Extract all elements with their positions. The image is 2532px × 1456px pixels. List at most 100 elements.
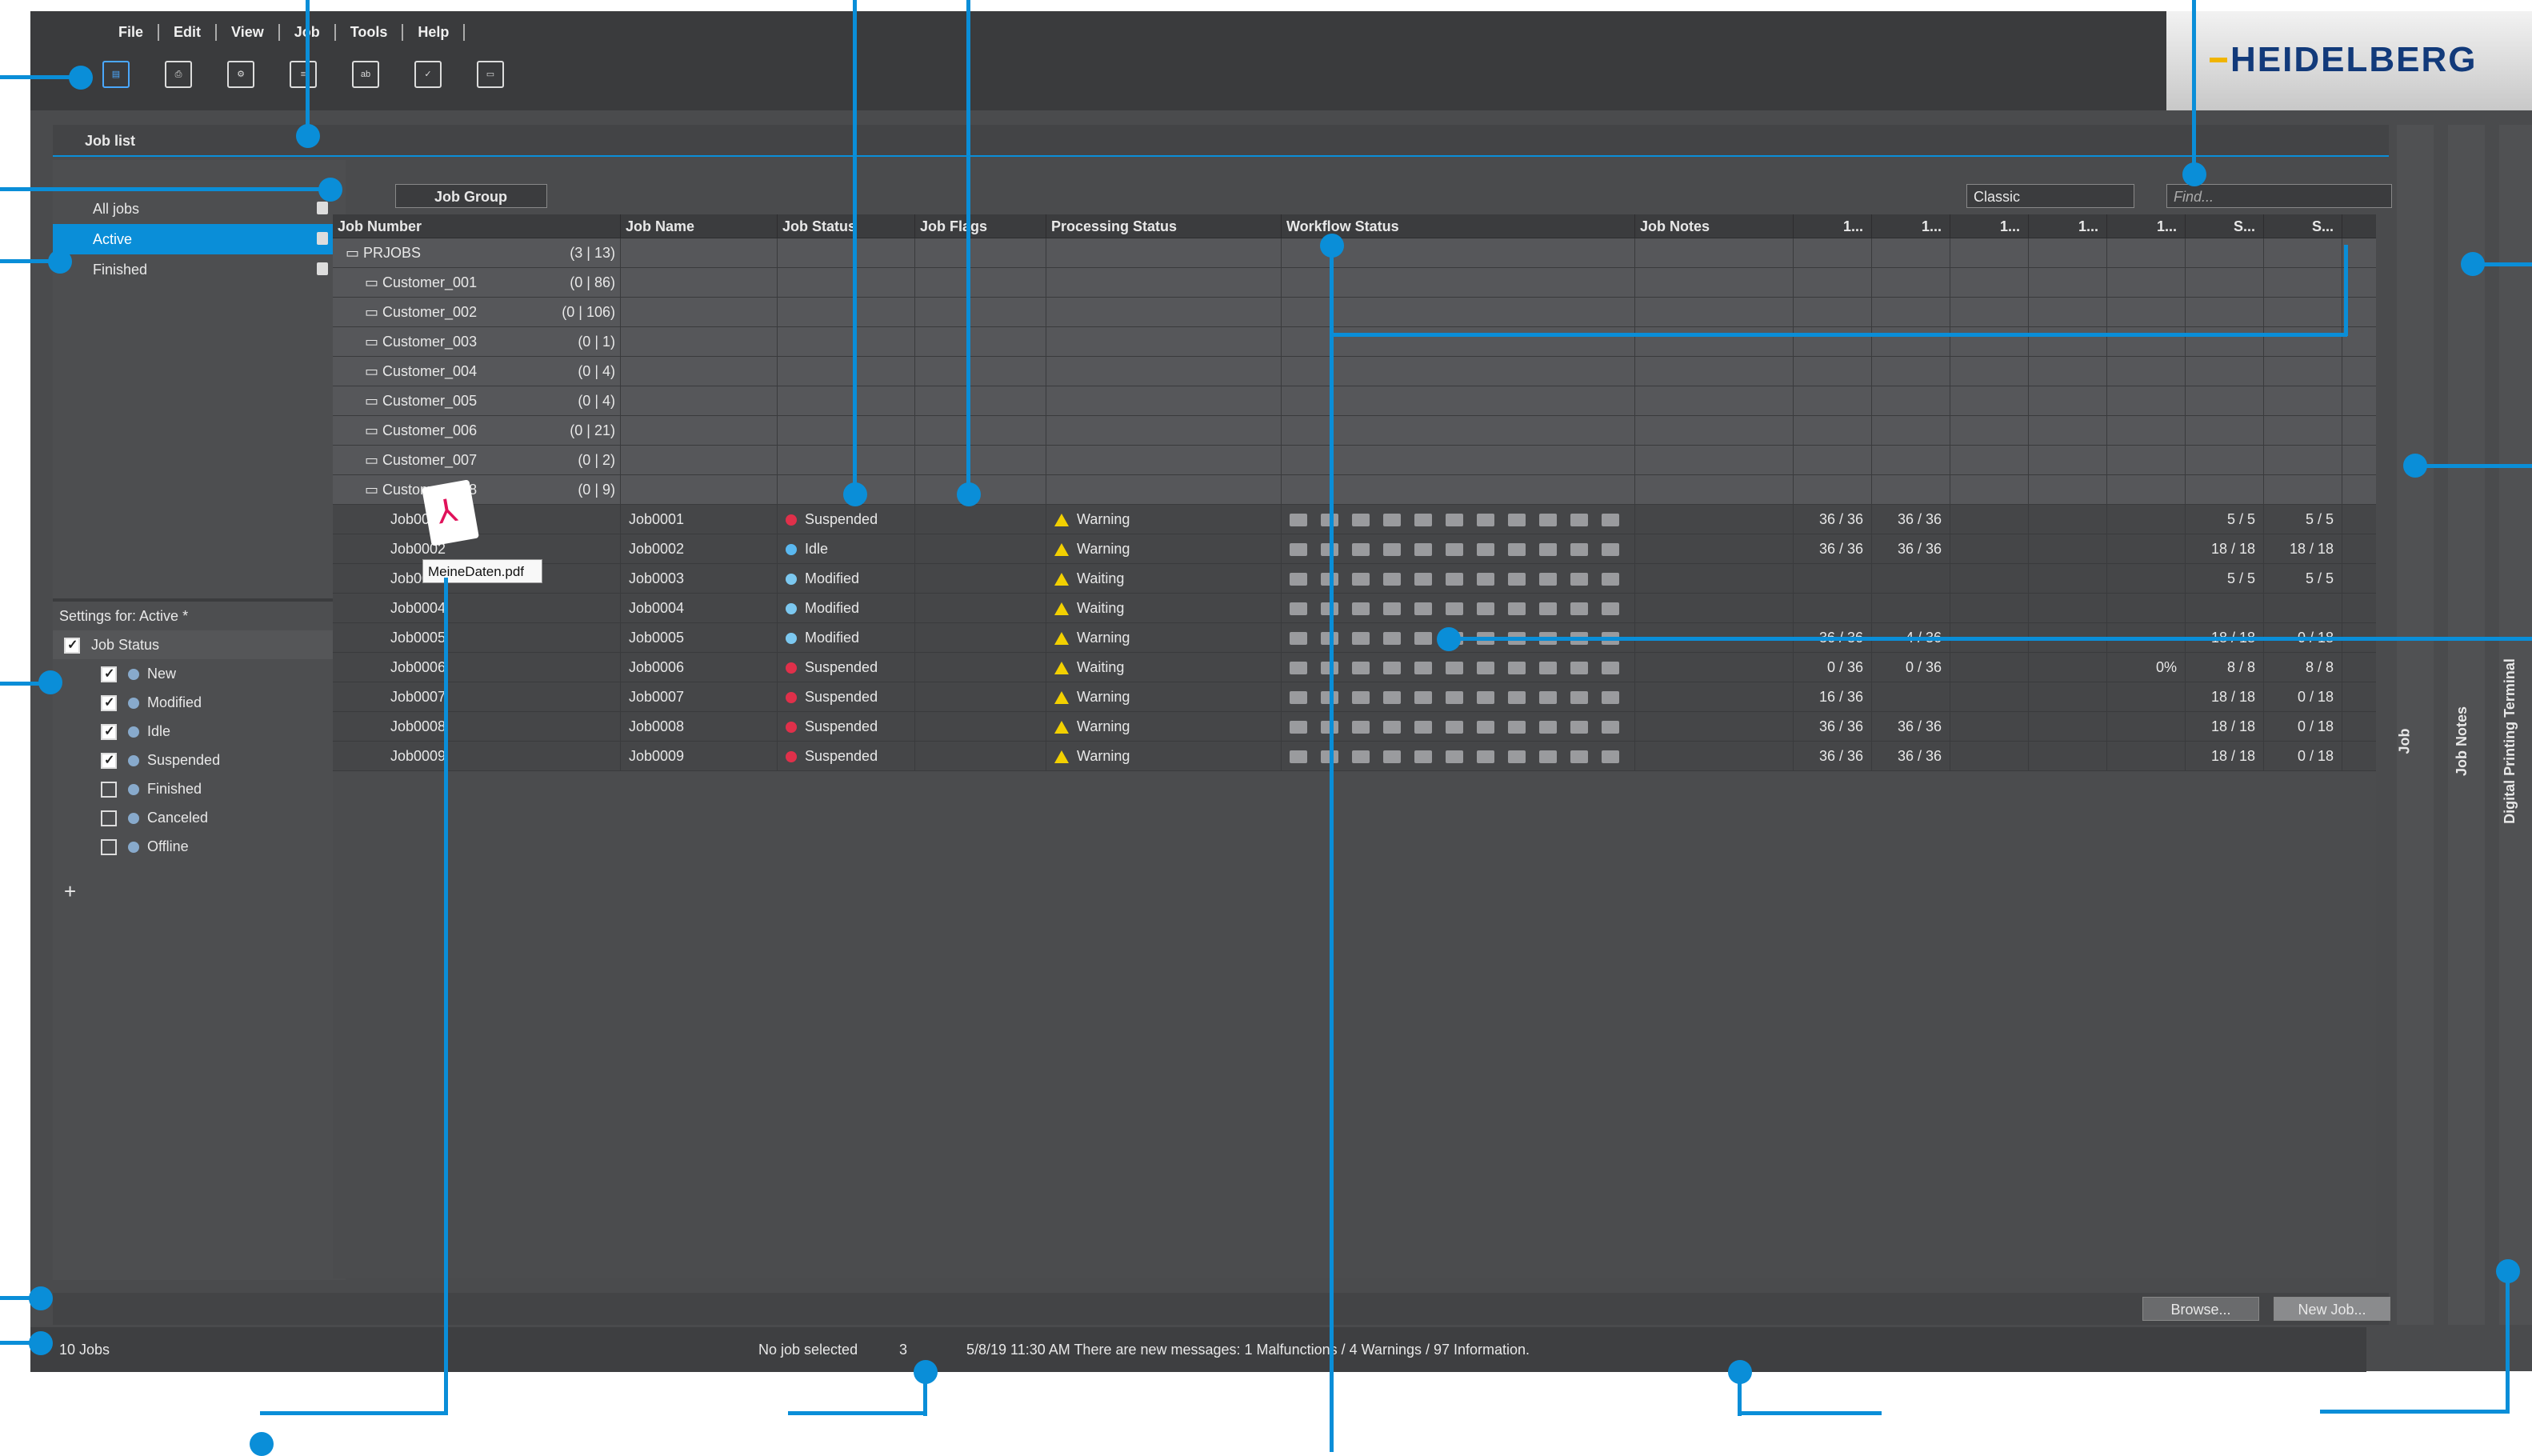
column-header[interactable]: Job Notes	[1635, 214, 1794, 238]
pdf-file-icon	[422, 479, 479, 546]
column-header[interactable]: 1...	[2107, 214, 2186, 238]
table-cell	[2107, 564, 2186, 593]
table-cell	[2029, 505, 2107, 534]
column-header[interactable]: 1...	[1794, 214, 1872, 238]
filter-checkbox[interactable]	[101, 839, 117, 856]
group-row[interactable]: ▭ Customer_008(0 | 9)	[333, 475, 2376, 505]
browse-button[interactable]: Browse...	[2142, 1297, 2259, 1321]
group-row[interactable]: ▭ Customer_002 (0 | 106)	[333, 298, 2376, 327]
view-select[interactable]: Classic	[1966, 184, 2134, 208]
filter-checkbox[interactable]	[101, 718, 117, 746]
job-row[interactable]: Job0008 Job0008 Suspended Warning 36 / 36 36 …	[333, 712, 2376, 742]
group-row[interactable]: ▭ Customer_006 (0 | 21)	[333, 416, 2376, 446]
workflow-step-icon	[1602, 602, 1619, 616]
job-row[interactable]: Job0002 Job0002 Idle Warning 36 / 36 36 / 36 1…	[333, 534, 2376, 564]
side-tab-job-notes[interactable]: Job Notes	[2448, 125, 2485, 1325]
filter-checkbox[interactable]	[101, 746, 117, 775]
job-list-icon[interactable]: ▤	[102, 61, 130, 88]
column-header[interactable]: S...	[2186, 214, 2264, 238]
job-status-checkbox[interactable]	[64, 631, 80, 660]
filter-checkbox[interactable]	[101, 782, 117, 798]
workflow-step-icon	[1414, 662, 1432, 675]
filter-checkbox[interactable]	[101, 689, 117, 718]
column-header[interactable]: 1...	[1872, 214, 1950, 238]
menu-view[interactable]: View	[217, 24, 280, 41]
folder-icon: ▭	[365, 422, 383, 438]
workflow-step-icon	[1352, 543, 1370, 557]
column-header[interactable]: Processing Status	[1046, 214, 1282, 238]
nav-finished[interactable]: Finished	[53, 254, 346, 285]
processing-status: Waiting	[1046, 564, 1282, 593]
job-group-select[interactable]: Job Group	[395, 184, 547, 208]
workflow-step-icon	[1539, 543, 1557, 557]
job-status-section[interactable]: Job Status	[53, 630, 346, 660]
status-filter-3[interactable]: Suspended	[53, 746, 346, 775]
table-cell	[1794, 238, 1872, 267]
menu-file[interactable]: File	[104, 24, 160, 41]
table-cell	[2107, 682, 2186, 711]
table-cell	[915, 268, 1046, 297]
group-row[interactable]: ▭ PRJOBS (3 | 13)	[333, 238, 2376, 268]
check-doc-icon[interactable]: ✓	[414, 61, 442, 88]
table-cell	[621, 327, 778, 356]
group-row[interactable]: ▭ Customer_004 (0 | 4)	[333, 357, 2376, 386]
group-row[interactable]: ▭ Customer_001 (0 | 86)	[333, 268, 2376, 298]
menu-tools[interactable]: Tools	[336, 24, 404, 41]
doc-icon[interactable]: ▭	[477, 61, 504, 88]
filter-checkbox[interactable]	[101, 810, 117, 827]
table-cell	[915, 416, 1046, 445]
new-job-button[interactable]: New Job...	[2274, 1297, 2390, 1321]
table-cell	[2107, 416, 2186, 445]
job-row[interactable]: Job0007 Job0007 Suspended Warning 16 / 36 18 …	[333, 682, 2376, 712]
workflow-status	[1282, 712, 1635, 741]
print-icon[interactable]: ⎙	[165, 61, 192, 88]
callout-line	[788, 1411, 927, 1415]
column-header[interactable]: Job Name	[621, 214, 778, 238]
status-filter-4[interactable]: Finished	[53, 774, 346, 803]
column-header[interactable]: Job Number	[333, 214, 621, 238]
job-row[interactable]: Job0004 Job0004 Modified Waiting	[333, 594, 2376, 623]
job-row[interactable]: Job0003 Job0003 Modified Waiting 5 / 55 / 5	[333, 564, 2376, 594]
group-row[interactable]: ▭ Customer_003 (0 | 1)	[333, 327, 2376, 357]
status-bar: 10 Jobs No job selected 3 5/8/19 11:30 A…	[30, 1327, 2366, 1372]
job-notes	[1635, 564, 1794, 593]
table-cell	[621, 357, 778, 386]
job-row[interactable]: Job0001 Job0001 Suspended Warning 36 / 36 36 …	[333, 505, 2376, 534]
callout-line	[1738, 1411, 1882, 1415]
job-row[interactable]: Job0006 Job0006 Suspended Waiting 0 / 36 0 / …	[333, 653, 2376, 682]
workflow-step-icon	[1352, 691, 1370, 705]
table-cell	[915, 327, 1046, 356]
search-input[interactable]: Find...	[2166, 184, 2392, 208]
nav-active[interactable]: Active	[53, 224, 346, 254]
menu-edit[interactable]: Edit	[159, 24, 218, 41]
status-filter-5[interactable]: Canceled	[53, 803, 346, 832]
side-tab-digital-printing-terminal[interactable]: Digital Printing Terminal	[2499, 125, 2532, 1325]
add-filter-button[interactable]: +	[53, 877, 346, 906]
column-header[interactable]: 1...	[2029, 214, 2107, 238]
settings-icon[interactable]: ⚙	[227, 61, 254, 88]
status-filter-6[interactable]: Offline	[53, 832, 346, 861]
group-row[interactable]: ▭ Customer_005 (0 | 4)	[333, 386, 2376, 416]
menu-help[interactable]: Help	[403, 24, 466, 41]
status-filter-2[interactable]: Idle	[53, 717, 346, 746]
filter-checkbox[interactable]	[101, 660, 117, 689]
status-filter-1[interactable]: Modified	[53, 688, 346, 718]
status-filter-0[interactable]: New	[53, 659, 346, 689]
workflow-step-icon	[1446, 721, 1463, 734]
abc-icon[interactable]: ab	[352, 61, 379, 88]
column-header[interactable]: Job Flags	[915, 214, 1046, 238]
job-row[interactable]: Job0009 Job0009 Suspended Warning 36 / 36 36 …	[333, 742, 2376, 771]
status-message[interactable]: 5/8/19 11:30 AM There are new messages: …	[966, 1327, 1530, 1372]
side-tab-job[interactable]: Job	[2397, 125, 2434, 1325]
message-count-icon[interactable]: 3	[899, 1327, 907, 1372]
callout-dot	[843, 482, 867, 506]
queue-icon[interactable]: ≡	[290, 61, 317, 88]
workflow-step-icon	[1477, 750, 1494, 764]
job-name: Job0001	[621, 505, 778, 534]
column-header[interactable]: 1...	[1950, 214, 2029, 238]
group-row[interactable]: ▭ Customer_007 (0 | 2)	[333, 446, 2376, 475]
column-header[interactable]: S...	[2264, 214, 2342, 238]
job-number: Job0009	[333, 742, 621, 770]
column-header[interactable]: Job Status	[778, 214, 915, 238]
nav-all-jobs[interactable]: All jobs	[53, 194, 346, 224]
